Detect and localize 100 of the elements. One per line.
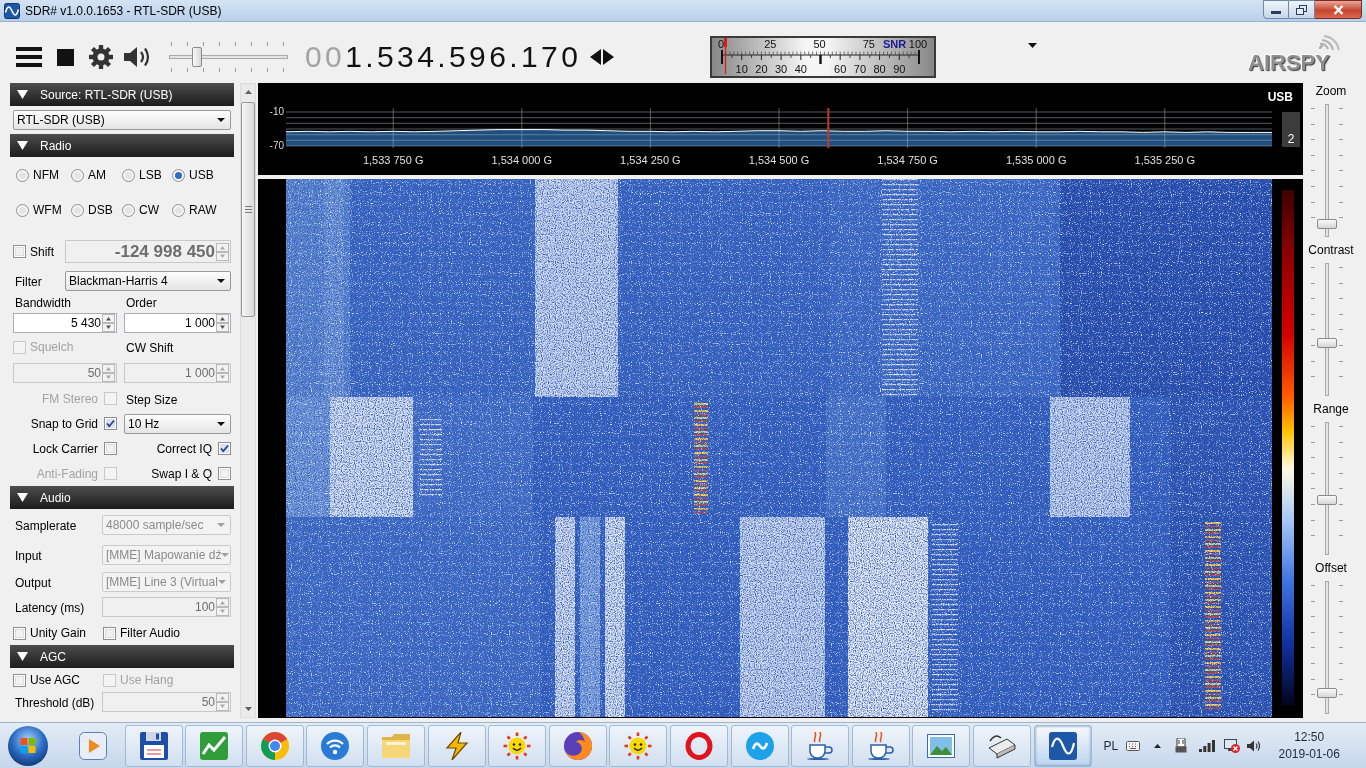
section-header[interactable]: AGC [10, 645, 234, 668]
frequency-display[interactable]: 001.534.596.170 [305, 42, 587, 72]
smiling-sun-icon[interactable] [624, 731, 653, 760]
radio-button[interactable] [172, 203, 185, 217]
slider-thumb[interactable] [1317, 338, 1337, 349]
checkbox[interactable] [218, 442, 231, 455]
minimize-button[interactable] [1263, 0, 1289, 19]
sine-wave-icon[interactable] [1048, 731, 1077, 760]
monitor-error-icon[interactable] [1224, 738, 1241, 753]
clock-date[interactable]: 2019-01-06 [1278, 748, 1340, 760]
radio-button[interactable] [71, 203, 84, 217]
scrollbar[interactable] [240, 83, 256, 718]
triangle-down-icon[interactable] [17, 141, 28, 150]
radio-button[interactable] [71, 168, 84, 182]
radio-button[interactable] [122, 203, 135, 217]
stop-icon[interactable] [57, 48, 74, 66]
speaker-icon[interactable] [124, 46, 151, 68]
checkbox-label: FM Stereo [42, 392, 98, 405]
taskbar-button[interactable] [669, 724, 728, 767]
ring-icon[interactable] [684, 731, 713, 760]
spin-arrows-icon[interactable] [102, 314, 115, 332]
segmented-circle-icon[interactable] [260, 731, 289, 760]
taskbar-button[interactable] [245, 724, 304, 767]
left-right-arrows-icon[interactable] [590, 48, 614, 66]
landscape-picture-icon[interactable] [927, 731, 956, 760]
taskbar-button[interactable] [972, 724, 1031, 767]
taskbar-button[interactable] [185, 724, 244, 767]
smiling-sun-icon[interactable] [503, 731, 532, 760]
checkbox[interactable] [13, 673, 26, 687]
taskbar-button[interactable] [912, 724, 971, 767]
caret-down-icon[interactable] [217, 421, 225, 426]
taskbar-button[interactable] [488, 724, 547, 767]
section-header[interactable]: Radio [10, 134, 234, 157]
checkbox[interactable] [218, 467, 231, 480]
slider-label: Zoom [1315, 84, 1347, 98]
coffee-cup-icon[interactable] [806, 731, 835, 760]
triangle-down-icon[interactable] [17, 652, 28, 661]
taskbar-button[interactable] [306, 724, 365, 767]
filter-dropdown[interactable]: Blackman-Harris 4 [65, 271, 231, 291]
scroll-down-arrow-icon[interactable] [244, 707, 252, 711]
restore-icon[interactable] [1296, 4, 1307, 15]
taskbar-button[interactable] [427, 724, 486, 767]
slider-thumb[interactable] [1317, 494, 1337, 505]
restore-button[interactable] [1289, 0, 1315, 19]
scrollbar-thumb[interactable] [241, 102, 255, 317]
minimize-icon[interactable] [1271, 10, 1281, 14]
checkbox[interactable] [103, 626, 116, 640]
clock-time[interactable]: 12:50 [1294, 731, 1325, 743]
checkbox[interactable] [13, 245, 26, 258]
radio-button[interactable] [122, 168, 135, 182]
caret-down-icon[interactable] [217, 118, 225, 122]
wireless-icon[interactable] [321, 731, 350, 760]
triangle-down-icon[interactable] [17, 90, 28, 99]
vertical-slider[interactable] [1311, 579, 1343, 716]
radio-button[interactable] [16, 203, 29, 217]
order-field[interactable]: 1 000 [124, 313, 231, 333]
vertical-slider[interactable] [1311, 102, 1343, 239]
signal-bars-icon[interactable] [1199, 739, 1216, 752]
close-button[interactable] [1315, 0, 1362, 19]
section-header[interactable]: Audio [10, 486, 234, 509]
round-badge-icon[interactable] [745, 731, 774, 760]
caret-up-icon[interactable] [1154, 743, 1162, 748]
scroll-up-arrow-icon[interactable] [244, 90, 252, 94]
taskbar-button[interactable] [851, 724, 910, 767]
taskbar-button[interactable] [124, 724, 183, 767]
caret-down-icon[interactable] [1028, 43, 1037, 48]
vertical-slider[interactable] [1311, 261, 1343, 398]
keyboard-icon[interactable] [1126, 740, 1141, 751]
grip-icon[interactable] [244, 206, 252, 213]
checkbox[interactable] [104, 442, 117, 455]
spin-arrows-icon[interactable] [216, 314, 229, 332]
caret-down-icon[interactable] [217, 279, 225, 283]
language-indicator[interactable]: PL [1103, 739, 1119, 752]
chart-icon[interactable] [200, 731, 229, 760]
play-icon[interactable] [79, 731, 107, 760]
step-size-dropdown[interactable]: 10 Hz [124, 413, 231, 434]
window-title: SDR# v1.0.0.1653 - RTL-SDR (USB) [25, 4, 222, 17]
usb-stick-icon[interactable] [1175, 737, 1188, 754]
taskbar-button[interactable] [609, 724, 668, 767]
vertical-slider[interactable] [1311, 420, 1343, 557]
taskbar-button[interactable] [1033, 724, 1092, 767]
slider-thumb[interactable] [192, 47, 203, 67]
radio-button[interactable] [16, 168, 29, 182]
section-header[interactable]: Source: RTL-SDR (USB) [10, 83, 234, 106]
triangle-down-icon[interactable] [17, 493, 28, 502]
slider-thumb[interactable] [1317, 687, 1337, 698]
speaker-icon[interactable] [1247, 739, 1262, 752]
start-orb-icon[interactable] [8, 725, 48, 766]
taskbar-button[interactable] [791, 724, 850, 767]
device-dropdown[interactable]: RTL-SDR (USB) [13, 110, 231, 130]
bandwidth-field[interactable]: 5 430 [13, 313, 117, 333]
checkbox[interactable] [104, 417, 117, 430]
close-icon[interactable] [1332, 4, 1344, 15]
swirl-circle-icon[interactable] [563, 731, 592, 760]
radio-button[interactable] [172, 168, 185, 182]
menu-icon[interactable] [16, 47, 42, 67]
checkbox[interactable] [13, 626, 26, 640]
slider-thumb[interactable] [1317, 219, 1337, 230]
taskbar-button[interactable] [548, 724, 607, 767]
settings-icon[interactable] [89, 45, 113, 69]
